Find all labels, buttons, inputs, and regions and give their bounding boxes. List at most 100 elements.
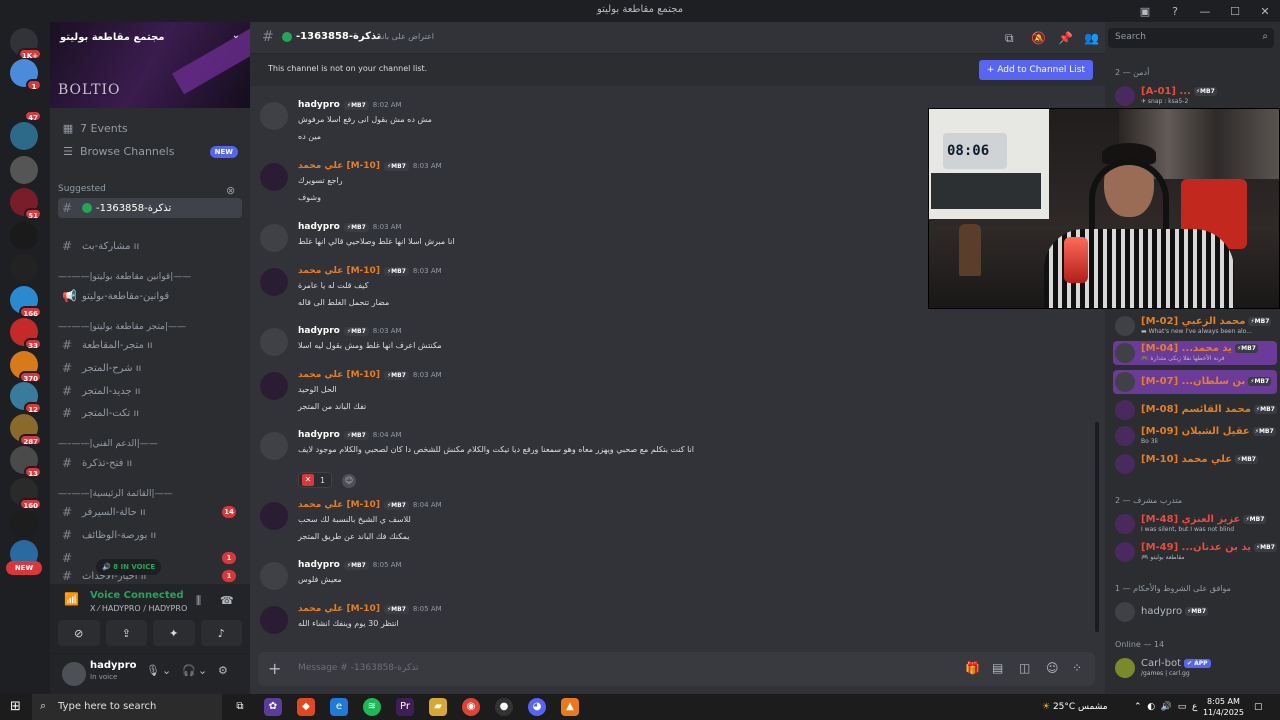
message-author[interactable]: hadypro [298,430,340,440]
server-name[interactable]: مجتمع مقاطعة بوليتو [60,32,164,43]
server-icon[interactable]: 160 [10,478,42,510]
avatar[interactable] [260,372,288,400]
category-main[interactable]: —–——|القائمة الرئيسية|—— [58,489,173,499]
windows-start-icon[interactable]: ⊞ [10,699,21,714]
app-icon[interactable]: ▲ [561,698,579,716]
member-item[interactable]: [M-04] ...يد محمد ⚡MB7 🎮 فرنة الأخطها نقل… [1113,341,1277,365]
gif-icon[interactable]: ▤ [992,661,1003,675]
in-voice-indicator[interactable]: 🔊 8 IN VOICE [96,559,162,575]
weather-widget[interactable]: ☀ 25°C مشمس [1042,694,1108,720]
channel-item-ticket[interactable]: # -1363858-تذكرة [58,198,242,218]
message-author[interactable]: علي محمد [M-10] [298,266,380,276]
category-rules[interactable]: —–——|قوانين مقاطعة بوليتو|—— [58,272,191,282]
add-to-channel-list-button[interactable]: + Add to Channel List [978,60,1093,80]
apps-icon[interactable]: ⁘ [1072,661,1082,675]
avatar[interactable] [260,102,288,130]
voice-connected-label[interactable]: Voice Connected [90,590,184,601]
search-input[interactable]: Search ⌕ [1108,28,1274,48]
member-item[interactable]: [A-01] ... ⚡MB7 ✈ snap : ksa5-2 [1113,84,1277,108]
notifications-icon[interactable]: ▢ [1254,694,1263,720]
screen-share-button[interactable]: ⇪ [105,620,147,646]
brave-icon[interactable]: ◆ [297,698,315,716]
server-icon[interactable] [10,156,38,184]
maximize-button[interactable]: ☐ [1220,0,1250,22]
message-author[interactable]: hadypro [298,326,340,336]
taskbar-search[interactable]: ⌕ Type here to search [32,694,222,720]
server-icon[interactable]: 33 [10,318,42,350]
avatar[interactable] [260,224,288,252]
channel-item-open-ticket[interactable]: # فتح-تذكرة ıı [58,453,242,473]
avatar[interactable] [260,606,288,634]
server-icon[interactable]: 13 [10,446,42,478]
chevron-down-icon[interactable]: ⌄ [162,664,171,677]
channel-item-jobs[interactable]: # بورصة-الوظائف ıı [58,525,242,545]
emoji-icon[interactable]: ☺ [1046,661,1059,675]
gear-icon[interactable]: ⚙ [218,664,228,677]
disconnect-icon[interactable]: ☎ [220,594,234,607]
spotify-icon[interactable]: ≋ [363,698,381,716]
server-icon[interactable]: 47 [10,90,42,122]
avatar[interactable] [260,562,288,590]
server-icon[interactable] [10,254,38,282]
copilot-icon[interactable]: ✿ [264,698,282,716]
system-clock[interactable]: 8:05 AM 11/4/2025 [1203,696,1244,718]
server-icon[interactable]: 51 [10,188,42,220]
channel-item-store-help[interactable]: # شرح-المتجر ıı [58,358,242,378]
microphone-icon[interactable]: 🎙 [146,664,160,677]
chevron-down-icon[interactable]: ⌄ [232,30,240,41]
message-author[interactable]: علي محمد [M-10] [298,604,380,614]
close-button[interactable]: ✕ [1250,0,1280,22]
server-banner[interactable]: مجتمع مقاطعة بوليتو ⌄ BOLTIO [50,22,250,108]
activities-button[interactable]: ✦ [153,620,195,646]
member-item[interactable]: [M-10] علي محمد ⚡MB7 [1113,452,1277,476]
scrollbar[interactable] [1095,422,1099,632]
server-icon[interactable] [10,510,38,538]
message-author[interactable]: hadypro [298,560,340,570]
channel-item-server-status[interactable]: # حالة-السيرفر ıı 14 [58,502,242,522]
member-item[interactable]: [M-49] ...يد بن عدنان ⚡MB7 🎮 مقاطعة بوليت… [1113,540,1277,564]
server-icon[interactable]: 12 [10,382,42,414]
category-support[interactable]: —–——|الدعم الفني|—— [58,439,158,449]
message-author[interactable]: علي محمد [M-10] [298,500,380,510]
headphones-icon[interactable]: 🎧 [182,664,196,677]
new-unreads-pill[interactable]: NEW [6,561,42,575]
inbox-icon[interactable]: ▣ [1130,0,1160,22]
avatar[interactable] [260,163,288,191]
minimize-button[interactable]: — [1190,0,1220,22]
voice-channel-label[interactable]: X ⁄ HADYPRO / HADYPRO [90,604,187,613]
file-explorer-icon[interactable]: ▰ [429,698,447,716]
browse-channels-link[interactable]: ☰ Browse Channels [60,142,174,160]
add-reaction-icon[interactable]: ☺ [342,474,356,488]
edge-icon[interactable]: e [330,698,348,716]
chevron-down-icon[interactable]: ⌄ [198,664,207,677]
server-icon[interactable]: 166 [10,286,42,318]
reaction-button[interactable]: ✕ 1 [298,472,332,488]
discord-icon[interactable]: ◕ [528,698,546,716]
avatar[interactable] [260,328,288,356]
server-icon[interactable]: 287 [10,414,42,446]
sticker-icon[interactable]: ◫ [1019,661,1030,675]
category-store[interactable]: —–——|متجر مقاطعة بوليتو|—— [58,322,186,332]
member-item[interactable]: [M-02] محمد الزعبي ⚡MB7 ▬ What's new I've… [1113,314,1277,338]
server-icon[interactable] [10,122,38,150]
channel-item-stream[interactable]: # مشاركة-بث ıı [58,236,242,256]
notifications-icon[interactable]: 🔕 [1031,31,1046,45]
member-item[interactable]: hadypro ⚡MB7 [1113,600,1277,624]
server-icon[interactable] [10,222,38,250]
plus-icon[interactable]: + [268,659,281,678]
noise-suppression-icon[interactable]: ⫼ [196,594,201,608]
channel-item-rules[interactable]: 📢 قوانين-مقاطعة-بوليتو [58,286,242,306]
pin-icon[interactable]: 📌 [1058,31,1073,45]
events-link[interactable]: ▦ 7 Events [60,119,128,137]
help-icon[interactable]: ? [1160,0,1190,22]
message-composer[interactable]: + Message # -1363858-تذكرة 🎁 ▤ ◫ ☺ ⁘ [258,652,1095,686]
close-icon[interactable]: ⊗ [226,181,235,199]
server-icon[interactable]: 370 [10,351,42,383]
member-item[interactable]: [M-48] عزيز العنزي ⚡MB7 I was silent, but… [1113,512,1277,536]
avatar[interactable] [260,432,288,460]
message-author[interactable]: hadypro [298,100,340,110]
task-view-icon[interactable]: ⧉ [231,698,249,716]
threads-icon[interactable]: ⧉ [1005,31,1014,46]
obs-icon[interactable]: ● [495,698,513,716]
avatar[interactable] [62,662,86,686]
